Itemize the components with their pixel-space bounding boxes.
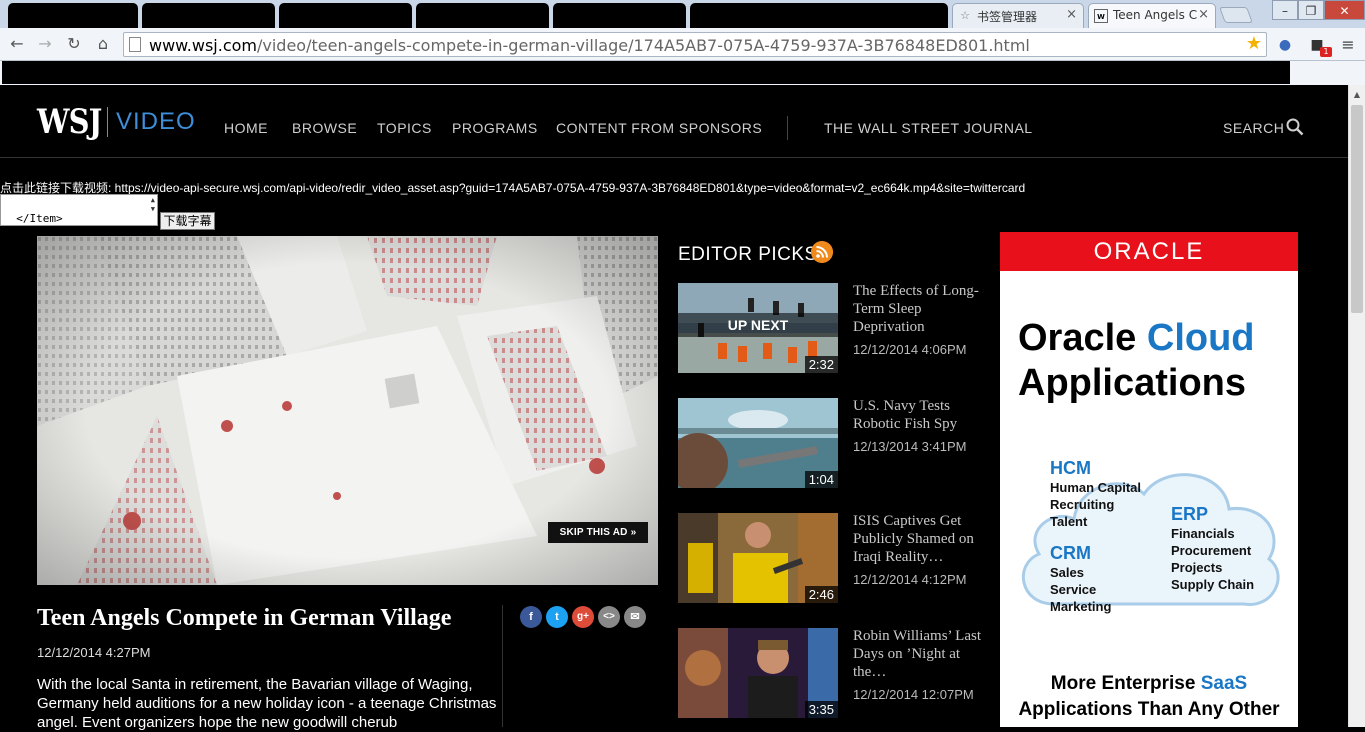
nav-divider: [787, 116, 788, 140]
skip-ad-button[interactable]: SKIP THIS AD »: [548, 522, 648, 543]
browser-tab[interactable]: [553, 3, 686, 28]
browser-tab-bookmarks[interactable]: ☆ 书签管理器 ×: [952, 3, 1084, 28]
logo-divider: [107, 107, 108, 137]
column-divider: [502, 605, 503, 727]
tab-title: 书签管理器: [977, 10, 1038, 24]
nav-browse[interactable]: BROWSE: [292, 120, 357, 136]
pick-duration: 3:35: [804, 701, 838, 718]
wsj-favicon-icon: W: [1094, 9, 1108, 23]
forward-button[interactable]: →: [34, 33, 56, 55]
oracle-logo: ORACLE: [1093, 238, 1205, 265]
facebook-icon[interactable]: f: [520, 606, 542, 628]
address-bar[interactable]: www.wsj.com/video/teen-angels-compete-in…: [123, 32, 1267, 57]
pick-thumbnail[interactable]: 2:46: [678, 513, 838, 603]
email-icon[interactable]: ✉: [624, 606, 646, 628]
twitter-icon[interactable]: t: [546, 606, 568, 628]
wsj-logo[interactable]: WSJ: [37, 102, 102, 142]
star-icon: ☆: [960, 9, 970, 22]
scroll-thumb[interactable]: [1351, 105, 1363, 313]
search-icon[interactable]: [1286, 118, 1304, 136]
embed-icon[interactable]: <>: [598, 606, 620, 628]
page-icon: [129, 37, 141, 52]
tab-title: Teen Angels C: [1113, 8, 1198, 22]
erp-label: ERP: [1171, 504, 1209, 524]
pick-duration: 2:46: [804, 586, 838, 603]
download-subtitle-button[interactable]: 下载字幕: [160, 212, 215, 230]
subtitle-textarea[interactable]: </Item> </Subtitle> ▲▼: [0, 194, 158, 226]
video-logo[interactable]: VIDEO: [116, 108, 196, 136]
nav-home[interactable]: HOME: [224, 120, 268, 136]
ad-footer-text: More Enterprise SaaS Applications Than A…: [1018, 673, 1280, 720]
bookmarks-bar: [0, 61, 1365, 85]
pick-title[interactable]: U.S. Navy Tests Robotic Fish Spy: [853, 397, 983, 433]
page-scrollbar[interactable]: ▲: [1348, 85, 1365, 727]
editor-picks-heading: EDITOR PICKS: [678, 244, 818, 265]
browser-toolbar: ← → ↻ ⌂ www.wsj.com/video/teen-angels-co…: [0, 28, 1365, 61]
close-tab-icon[interactable]: ×: [1066, 7, 1077, 22]
hcm-items: Human Capital Recruiting Talent: [1050, 480, 1142, 529]
reload-button[interactable]: ↻: [63, 33, 85, 55]
browser-tab[interactable]: [142, 3, 275, 28]
search-label[interactable]: SEARCH: [1223, 120, 1284, 136]
site-header: WSJ VIDEO HOME BROWSE TOPICS PROGRAMS CO…: [0, 85, 1348, 158]
oracle-advertisement[interactable]: ORACLE Oracle Cloud Applications HCM Hum…: [1000, 232, 1298, 727]
globe-extension-icon[interactable]: ●: [1275, 35, 1295, 55]
browser-tab[interactable]: [690, 3, 948, 28]
bookmark-star-icon[interactable]: ★: [1246, 33, 1262, 54]
extension-badge: 1: [1320, 47, 1332, 57]
crm-items: Sales Service Marketing: [1050, 565, 1112, 614]
window-close-button[interactable]: ✕: [1324, 0, 1365, 20]
ad-headline: Oracle Cloud Applications: [1018, 317, 1255, 404]
crm-label: CRM: [1050, 543, 1091, 563]
browser-tabstrip: ☆ 书签管理器 × W Teen Angels C × – ❐ ✕: [0, 0, 1365, 28]
video-date: 12/12/2014 4:27PM: [37, 645, 151, 660]
nav-topics[interactable]: TOPICS: [377, 120, 432, 136]
erp-items: Financials Procurement Projects Supply Chai…: [1171, 526, 1255, 592]
pick-duration: 1:04: [804, 471, 838, 488]
pick-title[interactable]: ISIS Captives Get Publicly Shamed on Ira…: [853, 512, 983, 566]
google-plus-icon[interactable]: g+: [572, 606, 594, 628]
browser-tab[interactable]: [279, 3, 412, 28]
pick-date: 12/12/2014 4:06PM: [853, 342, 967, 357]
ad-header-bar: ORACLE: [1000, 232, 1298, 271]
menu-icon[interactable]: ≡: [1338, 35, 1358, 55]
browser-tab-active[interactable]: W Teen Angels C ×: [1088, 3, 1216, 28]
restore-button[interactable]: ❐: [1298, 0, 1324, 20]
nav-programs[interactable]: PROGRAMS: [452, 120, 538, 136]
nav-content-from-sponsors[interactable]: CONTENT FROM SPONSORS: [556, 120, 762, 136]
video-title: Teen Angels Compete in German Village: [37, 605, 452, 631]
pick-date: 12/12/2014 4:12PM: [853, 572, 967, 587]
browser-tab[interactable]: [8, 3, 138, 28]
nav-wall-street-journal[interactable]: THE WALL STREET JOURNAL: [824, 120, 1033, 136]
browser-tab[interactable]: [416, 3, 549, 28]
new-tab-button[interactable]: [1219, 7, 1253, 23]
pick-date: 12/13/2014 3:41PM: [853, 439, 967, 454]
video-description: With the local Santa in retirement, the …: [37, 676, 497, 731]
up-next-overlay: UP NEXT: [678, 313, 838, 337]
hcm-label: HCM: [1050, 458, 1091, 478]
close-tab-icon[interactable]: ×: [1198, 7, 1209, 22]
redacted-bookmarks: [2, 61, 1290, 84]
pick-thumbnail[interactable]: UP NEXT 2:32: [678, 283, 838, 373]
minimize-button[interactable]: –: [1272, 0, 1298, 20]
subtitle-text: </Item> </Subtitle>: [16, 212, 63, 225]
pick-title[interactable]: Robin Williams’ Last Days on ’Night at t…: [853, 627, 983, 681]
textarea-spinner-icon[interactable]: ▲ ▼: [151, 196, 155, 214]
home-button[interactable]: ⌂: [92, 33, 114, 55]
pick-thumbnail[interactable]: 3:35: [678, 628, 838, 718]
pick-date: 12/12/2014 12:07PM: [853, 687, 974, 702]
url-text: www.wsj.com/video/teen-angels-compete-in…: [149, 36, 1030, 55]
pick-title[interactable]: The Effects of Long-Term Sleep Deprivati…: [853, 282, 983, 336]
pick-thumbnail[interactable]: 1:04: [678, 398, 838, 488]
scroll-up-icon[interactable]: ▲: [1349, 87, 1365, 103]
pick-duration: 2:32: [804, 356, 838, 373]
rss-icon[interactable]: [811, 241, 833, 263]
back-button[interactable]: ←: [6, 33, 28, 55]
